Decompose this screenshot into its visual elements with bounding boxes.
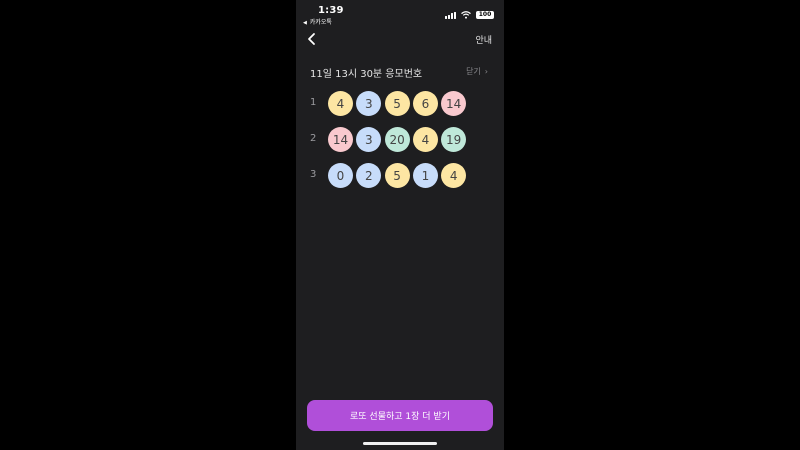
number-ball: 14	[328, 127, 353, 152]
number-ball: 20	[384, 127, 410, 152]
number-ball: 4	[328, 91, 353, 116]
number-ball: 3	[356, 127, 382, 152]
gift-lotto-button[interactable]: 로또 선물하고 1장 더 받기	[307, 400, 493, 431]
back-app-label: 카카오톡	[309, 19, 332, 26]
phone-screen: 1:39 ◀ 카카오톡 100 안내 11일 13시 30분 응모번호 닫기 › …	[296, 0, 504, 450]
row-number: 1	[310, 97, 317, 108]
number-row: 2 14 3 20 4 19	[296, 127, 504, 153]
wifi-icon	[461, 11, 471, 19]
number-ball: 14	[441, 91, 467, 116]
ball-group: 4 3 5 6 14	[328, 91, 467, 116]
cellular-signal-icon	[445, 11, 456, 19]
ball-group: 0 2 5 1 4	[328, 163, 467, 188]
number-ball: 0	[328, 163, 353, 188]
status-icons: 100	[445, 10, 494, 20]
number-ball: 2	[356, 163, 382, 188]
close-button[interactable]: 닫기 ›	[466, 66, 488, 77]
entry-numbers-title: 11일 13시 30분 응모번호	[310, 69, 423, 80]
number-ball: 19	[441, 127, 467, 152]
number-ball: 4	[441, 163, 467, 188]
number-row: 3 0 2 5 1 4	[296, 163, 504, 189]
home-indicator[interactable]	[363, 442, 437, 445]
back-triangle-icon: ◀	[303, 20, 307, 26]
number-row: 1 4 3 5 6 14	[296, 91, 504, 117]
number-ball: 5	[384, 163, 410, 188]
number-ball: 4	[412, 127, 438, 152]
back-chevron-icon[interactable]	[305, 32, 319, 46]
number-ball: 6	[412, 91, 438, 116]
row-number: 3	[310, 169, 317, 180]
ball-group: 14 3 20 4 19	[328, 127, 467, 152]
chevron-right-icon: ›	[484, 67, 488, 76]
number-ball: 5	[384, 91, 410, 116]
battery-indicator: 100	[476, 11, 494, 19]
close-label: 닫기	[466, 67, 481, 76]
number-ball: 3	[356, 91, 382, 116]
back-to-app-link[interactable]: ◀ 카카오톡	[303, 17, 332, 26]
row-number: 2	[310, 133, 317, 144]
status-time: 1:39	[318, 5, 344, 16]
number-ball: 1	[412, 163, 438, 188]
guide-button[interactable]: 안내	[475, 33, 492, 46]
